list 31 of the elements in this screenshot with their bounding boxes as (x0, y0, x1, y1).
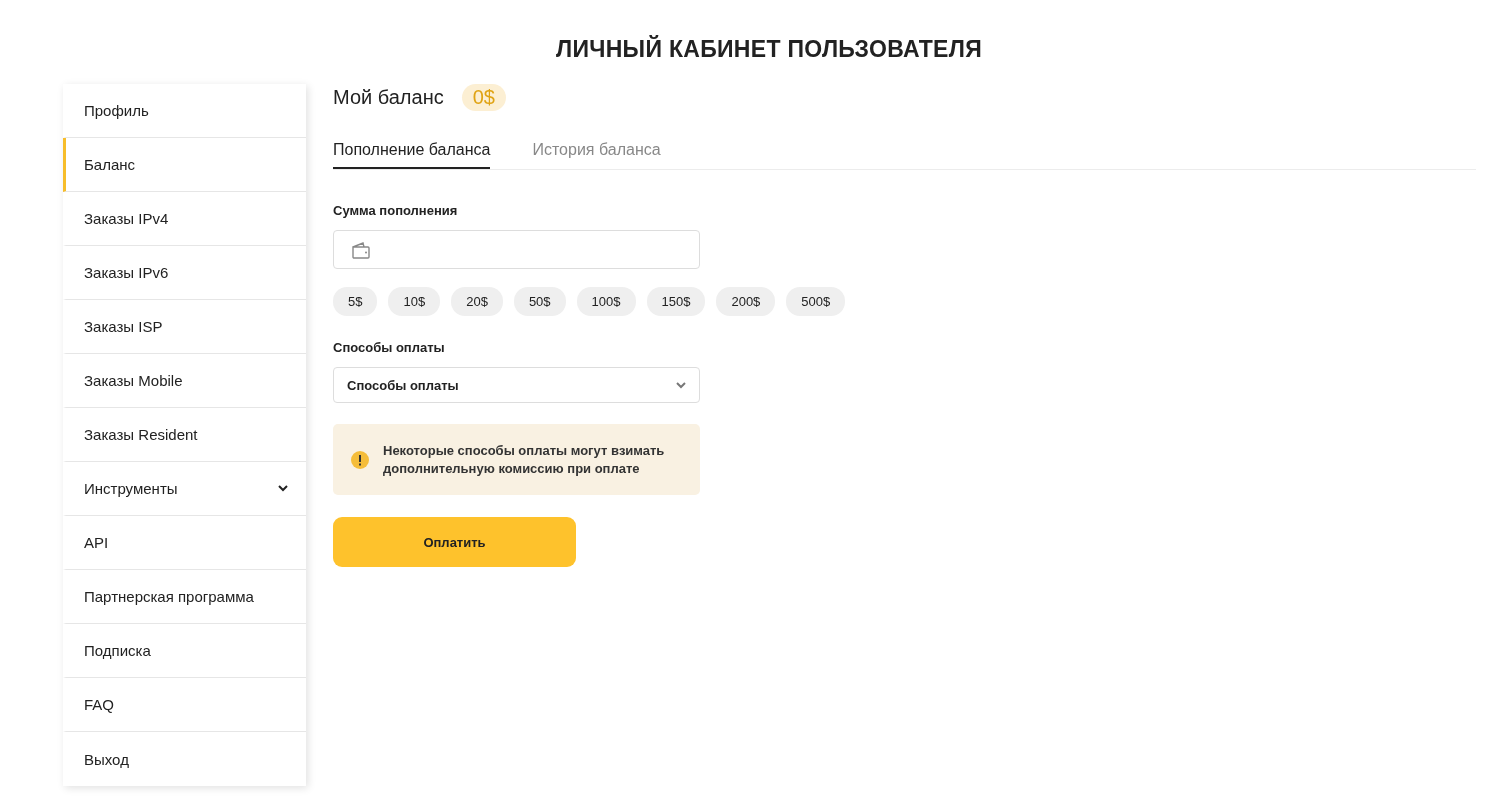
sidebar-item[interactable]: Заказы IPv6 (63, 246, 306, 300)
sidebar-item[interactable]: Заказы Resident (63, 408, 306, 462)
amount-preset-button[interactable]: 50$ (513, 287, 566, 316)
amount-preset-button[interactable]: 500$ (786, 287, 846, 316)
tab[interactable]: Пополнение баланса (333, 133, 491, 169)
sidebar-item[interactable]: Баланс (63, 138, 306, 192)
sidebar-item[interactable]: Заказы ISP (63, 300, 306, 354)
sidebar-item[interactable]: Подписка (63, 624, 306, 678)
notice-text: Некоторые способы оплаты могут взимать дополнительную комиссию при оплате (383, 441, 666, 478)
page-title: ЛИЧНЫЙ КАБИНЕТ ПОЛЬЗОВАТЕЛЯ (555, 34, 983, 64)
amount-preset-button[interactable]: 150$ (646, 287, 706, 316)
sidebar-item[interactable]: Партнерская программа (63, 570, 306, 624)
sidebar-item[interactable]: Инструменты (63, 462, 306, 516)
sidebar-item[interactable]: Выход (63, 732, 306, 786)
sidebar-item[interactable]: FAQ (63, 678, 306, 732)
sidebar-item[interactable]: Заказы Mobile (63, 354, 306, 408)
amount-preset-button[interactable]: 200$ (716, 287, 776, 316)
sidebar-item[interactable]: Профиль (63, 84, 306, 138)
amount-preset-button[interactable]: 20$ (451, 287, 503, 316)
balance-badge: 0$ (461, 83, 506, 111)
sidebar-item[interactable]: API (63, 516, 306, 570)
amount-preset-button[interactable]: 5$ (333, 287, 378, 316)
amount-preset-button[interactable]: 100$ (576, 287, 636, 316)
amount-preset-button[interactable]: 10$ (388, 287, 441, 316)
field-label: Сумма пополнения (333, 203, 459, 218)
pay-button[interactable]: Оплатить (333, 517, 576, 567)
balance-title: Мой баланс (333, 85, 444, 109)
sidebar-item[interactable]: Заказы IPv4 (63, 192, 306, 246)
tab[interactable]: История баланса (532, 133, 661, 169)
payment-method-dropdown[interactable]: Способы оплаты (333, 367, 700, 403)
field-label: Способы оплаты (333, 340, 446, 355)
